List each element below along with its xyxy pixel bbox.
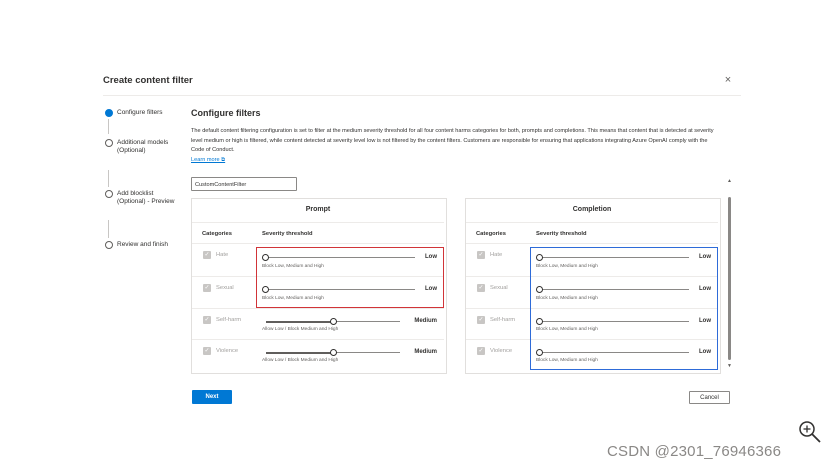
slider-prompt-self-harm[interactable] <box>330 317 337 325</box>
learn-more-link[interactable]: Learn more ⧉ <box>191 157 225 164</box>
step-indicator-icon <box>105 241 113 249</box>
close-icon[interactable]: × <box>722 74 734 86</box>
severity-header: Severity threshold <box>536 231 587 237</box>
checkbox-prompt-self-harm[interactable]: ✓ <box>203 316 211 324</box>
severity-header: Severity threshold <box>262 231 313 237</box>
next-button[interactable]: Next <box>192 390 232 404</box>
checkbox-prompt-sexual[interactable]: ✓ <box>203 284 211 292</box>
checkbox-completion-hate[interactable]: ✓ <box>477 251 485 259</box>
step-indicator-icon <box>105 190 113 198</box>
step-label: Configure filters <box>117 109 163 116</box>
highlight-box-blue <box>530 247 718 370</box>
scroll-up-icon[interactable]: ▲ <box>727 178 732 184</box>
divider <box>192 243 444 244</box>
divider <box>192 308 444 309</box>
categories-header: Categories <box>476 231 506 237</box>
description-text: The default content filtering configurat… <box>191 128 714 154</box>
checkbox-prompt-violence[interactable]: ✓ <box>203 347 211 355</box>
zoom-in-icon[interactable] <box>798 420 822 444</box>
divider <box>192 339 444 340</box>
watermark-text: CSDN @2301_76946366 <box>607 443 782 460</box>
severity-level: Medium <box>414 349 437 355</box>
divider <box>466 222 718 223</box>
filter-name-input[interactable]: CustomContentFilter <box>191 177 297 191</box>
step-connector <box>108 220 109 238</box>
category-label: Hate <box>490 252 503 258</box>
category-label: Sexual <box>216 285 234 291</box>
severity-level: Medium <box>414 318 437 324</box>
cancel-button[interactable]: Cancel <box>689 391 730 404</box>
highlight-box-red <box>256 247 444 308</box>
divider <box>466 243 718 244</box>
checkbox-completion-self-harm[interactable]: ✓ <box>477 316 485 324</box>
slider-fill <box>266 351 334 354</box>
category-label: Sexual <box>490 285 508 291</box>
dialog-title: Create content filter <box>103 75 193 86</box>
checkbox-completion-violence[interactable]: ✓ <box>477 347 485 355</box>
category-label: Violence <box>490 348 513 354</box>
completion-title: Completion <box>572 206 612 213</box>
checkbox-prompt-hate[interactable]: ✓ <box>203 251 211 259</box>
severity-hint: Allow Low / Block Medium and High <box>262 327 339 332</box>
step-active-indicator-icon <box>105 109 113 117</box>
step-label: Add blocklist (Optional) - Preview <box>117 190 175 205</box>
categories-header: Categories <box>202 231 232 237</box>
scroll-down-icon[interactable]: ▼ <box>727 363 732 369</box>
category-label: Self-harm <box>490 317 516 323</box>
header-divider <box>103 95 741 96</box>
slider-prompt-violence[interactable] <box>330 348 337 356</box>
checkbox-completion-sexual[interactable]: ✓ <box>477 284 485 292</box>
page-title: Configure filters <box>191 108 261 118</box>
step-connector <box>108 170 109 187</box>
slider-fill <box>266 320 334 323</box>
category-label: Violence <box>216 348 239 354</box>
severity-hint: Allow Low / Block Medium and High <box>262 358 339 363</box>
category-label: Self-harm <box>216 317 242 323</box>
scrollbar-thumb[interactable] <box>728 197 731 360</box>
step-connector <box>108 119 109 134</box>
prompt-title: Prompt <box>305 206 331 213</box>
divider <box>192 222 444 223</box>
step-label: Additional models (Optional) <box>117 139 169 154</box>
step-indicator-icon <box>105 139 113 147</box>
category-label: Hate <box>216 252 229 258</box>
step-label: Review and finish <box>117 241 168 248</box>
